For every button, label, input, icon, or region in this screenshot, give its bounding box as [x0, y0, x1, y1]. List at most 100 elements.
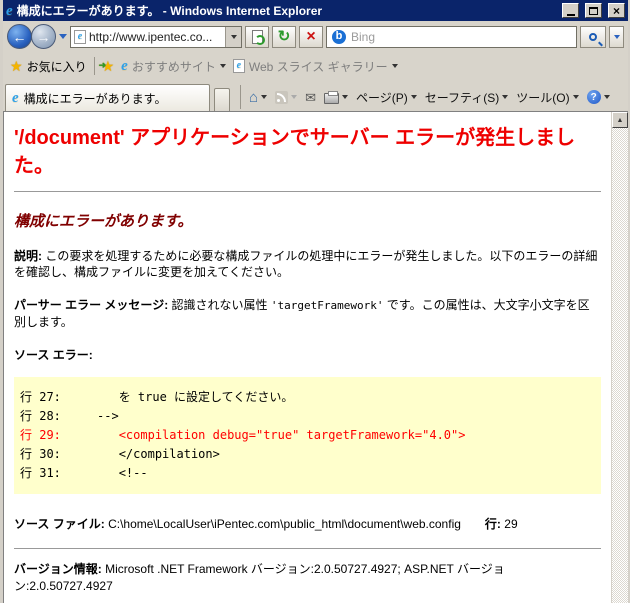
- tab-bar: e 構成にエラーがあります。 ⌂ ✉ ページ(P) セーフティ(S) ツール(O…: [3, 80, 628, 111]
- version-info-line: バージョン情報: Microsoft .NET Framework バージョン:…: [14, 560, 601, 594]
- web-slice-gallery-label: Web スライス ギャラリー: [248, 59, 388, 74]
- compatibility-view-icon: [251, 29, 265, 45]
- add-to-favorites-bar-button[interactable]: ★ ➜: [98, 58, 115, 74]
- ie-logo-icon: e: [121, 58, 128, 74]
- safety-menu-label: セーフティ(S): [424, 90, 500, 105]
- error-page: '/document' アプリケーションでサーバー エラーが発生しました。 構成…: [4, 112, 611, 603]
- stop-button[interactable]: ×: [299, 25, 323, 48]
- chevron-down-icon: [219, 64, 226, 68]
- page-menu-button[interactable]: ページ(P): [356, 89, 417, 106]
- scrollbar-track[interactable]: [612, 128, 628, 603]
- address-dropdown-button[interactable]: [225, 26, 241, 47]
- new-tab-button[interactable]: [214, 88, 230, 111]
- error-page-title: '/document' アプリケーションでサーバー エラーが発生しました。: [14, 127, 576, 177]
- scroll-up-button[interactable]: ▲: [612, 112, 628, 128]
- tab-title: 構成にエラーがあります。: [23, 91, 167, 106]
- page-menu-label: ページ(P): [355, 90, 408, 105]
- divider: [14, 548, 601, 549]
- content-area: '/document' アプリケーションでサーバー エラーが発生しました。 構成…: [3, 111, 628, 603]
- suggested-sites-button[interactable]: e おすすめサイト: [121, 58, 226, 75]
- source-code: 行 27: を true に設定してください。 行 28: --> 行 29: …: [20, 388, 595, 483]
- refresh-button[interactable]: ↻: [272, 25, 296, 48]
- minimize-button[interactable]: [562, 3, 579, 18]
- description-text: この要求を処理するために必要な構成ファイルの処理中にエラーが発生しました。以下の…: [14, 249, 598, 279]
- search-button[interactable]: [580, 25, 606, 48]
- tab-active[interactable]: e 構成にエラーがあります。: [5, 84, 210, 111]
- chevron-down-icon: [391, 64, 398, 68]
- back-button[interactable]: ←: [7, 24, 32, 49]
- chevron-down-icon: [603, 95, 610, 99]
- divider: [14, 191, 601, 192]
- ie-logo-icon: e: [12, 90, 19, 106]
- maximize-icon: [589, 6, 598, 15]
- command-bar: ⌂ ✉ ページ(P) セーフティ(S) ツール(O) ?: [240, 85, 610, 109]
- source-file-label: ソース ファイル:: [14, 517, 105, 531]
- code-line: 行 28: -->: [20, 409, 119, 423]
- address-url: http://www.ipentec.co...: [89, 29, 213, 44]
- source-file-path: C:\home\LocalUser\iPentec.com\public_htm…: [104, 517, 461, 531]
- chevron-down-icon: [410, 95, 417, 99]
- search-input[interactable]: b Bing: [326, 25, 577, 48]
- bing-icon: b: [332, 29, 346, 44]
- home-icon: ⌂: [249, 88, 259, 106]
- error-subtitle: 構成にエラーがあります。: [14, 213, 193, 230]
- search-placeholder: Bing: [351, 29, 376, 44]
- code-line: 行 30: </compilation>: [20, 447, 220, 461]
- print-button[interactable]: [323, 90, 348, 104]
- web-slice-gallery-button[interactable]: e Web スライス ギャラリー: [232, 58, 398, 75]
- favorites-button[interactable]: ★ お気に入り: [10, 58, 87, 75]
- rss-feed-icon: [275, 90, 289, 104]
- feeds-button[interactable]: [275, 90, 298, 104]
- chevron-down-icon: [572, 95, 579, 99]
- navigation-bar: ← → e http://www.ipentec.co... ↻ × b Bin…: [3, 21, 628, 52]
- refresh-icon: ↻: [277, 28, 291, 45]
- printer-icon: [323, 91, 339, 104]
- home-button[interactable]: ⌂: [249, 88, 268, 106]
- forward-button[interactable]: →: [31, 24, 56, 49]
- help-icon: ?: [586, 90, 601, 104]
- description-paragraph: 説明: この要求を処理するために必要な構成ファイルの処理中にエラーが発生しました…: [14, 248, 601, 280]
- green-arrow-icon: ➜: [98, 60, 107, 70]
- ie-logo-icon: e: [6, 2, 13, 19]
- code-line: 行 31: <!--: [20, 466, 148, 480]
- recent-pages-dropdown[interactable]: [59, 34, 67, 39]
- window-title: 構成にエラーがあります。 - Windows Internet Explorer: [16, 4, 323, 18]
- mail-icon: ✉: [305, 89, 316, 105]
- chevron-down-icon: [502, 95, 509, 99]
- tools-menu-button[interactable]: ツール(O): [516, 89, 579, 106]
- favorites-bar: ★ お気に入り ★ ➜ e おすすめサイト e Web スライス ギャラリー: [3, 52, 628, 80]
- scroll-up-icon: ▲: [616, 116, 624, 124]
- stop-icon: ×: [306, 27, 316, 45]
- compatibility-view-button[interactable]: [245, 25, 269, 48]
- browser-window: e 構成にエラーがあります。 - Windows Internet Explor…: [0, 0, 630, 603]
- parser-error-label: パーサー エラー メッセージ:: [14, 298, 169, 312]
- add-favorites-icon: ★ ➜: [98, 58, 115, 74]
- safety-menu-button[interactable]: セーフティ(S): [425, 89, 509, 106]
- chevron-down-icon: [341, 95, 348, 99]
- maximize-button[interactable]: [585, 3, 602, 18]
- source-error-label: ソース エラー:: [14, 348, 93, 362]
- source-code-box: 行 27: を true に設定してください。 行 28: --> 行 29: …: [14, 377, 601, 494]
- version-info-label: バージョン情報:: [14, 562, 102, 576]
- code-line: 行 27: を true に設定してください。: [20, 390, 294, 404]
- close-icon: ×: [612, 3, 620, 18]
- divider: [93, 57, 95, 75]
- page-icon: e: [74, 29, 86, 44]
- chevron-down-icon: [230, 34, 237, 39]
- parser-error-attribute: 'targetFramework': [270, 299, 384, 312]
- read-mail-button[interactable]: ✉: [305, 91, 316, 104]
- address-bar[interactable]: e http://www.ipentec.co...: [70, 25, 242, 48]
- search-options-dropdown[interactable]: [609, 25, 624, 48]
- favorites-label: お気に入り: [26, 59, 87, 74]
- chevron-down-icon: [613, 34, 620, 39]
- minimize-icon: [566, 13, 575, 16]
- close-button[interactable]: ×: [608, 3, 625, 18]
- title-bar: e 構成にエラーがあります。 - Windows Internet Explor…: [3, 0, 628, 21]
- line-label: 行:: [484, 517, 501, 531]
- line-number: 29: [504, 517, 518, 531]
- source-file-line: ソース ファイル: C:\home\LocalUser\iPentec.com\…: [14, 515, 601, 532]
- code-line-highlighted: 行 29: <compilation debug="true" targetFr…: [20, 428, 466, 442]
- help-menu-button[interactable]: ?: [586, 90, 610, 104]
- vertical-scrollbar[interactable]: ▲: [611, 112, 628, 603]
- ie-page-icon: e: [232, 59, 245, 73]
